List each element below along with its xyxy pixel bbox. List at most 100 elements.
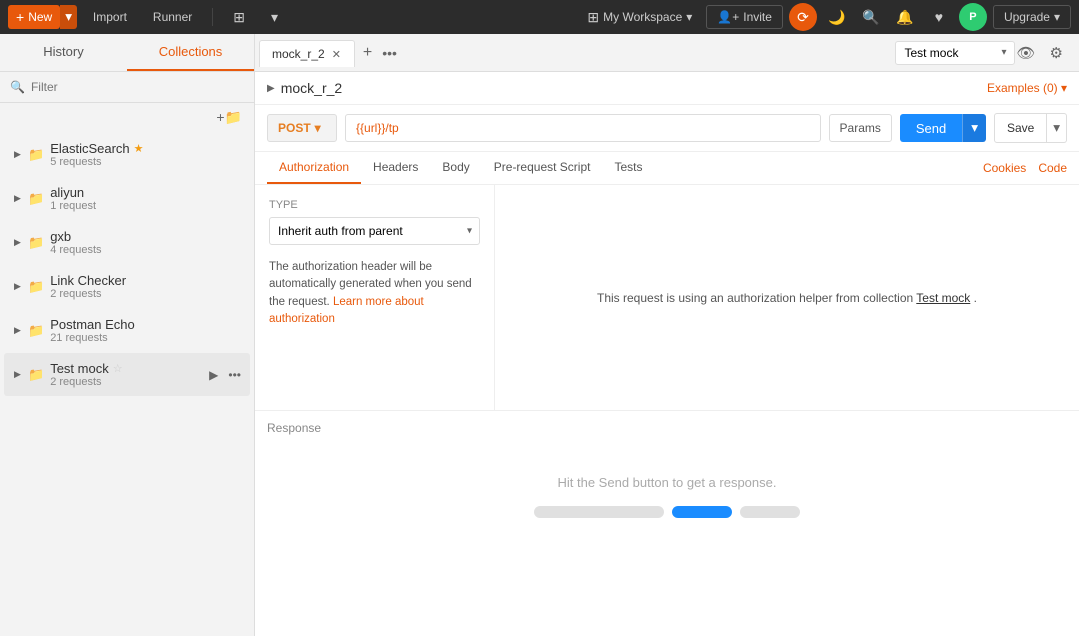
params-button[interactable]: Params [829,114,892,142]
env-select[interactable]: Test mock [895,41,1015,65]
collection-item-test-mock[interactable]: ▶ 📁 Test mock ☆ 2 requests ▶ ••• [4,353,250,396]
tab-history[interactable]: History [0,34,127,71]
code-link[interactable]: Code [1038,161,1067,175]
tab-label: mock_r_2 [272,47,325,61]
user-plus-icon: 👤+ [717,10,739,24]
plus-icon: + [16,9,24,25]
collection-info: Link Checker 2 requests [50,273,240,300]
collection-name: Test mock [50,361,109,376]
workspace-button[interactable]: ⊞ My Workspace ▾ [579,5,700,30]
tab-tests[interactable]: Tests [602,152,654,184]
placeholder-bar-short [740,506,800,518]
heart-icon-button[interactable]: ♥ [925,3,953,31]
upgrade-dropdown-icon: ▾ [1054,10,1060,24]
placeholder-bars [534,506,800,518]
test-mock-collection-link[interactable]: Test mock [916,291,970,305]
collection-name: aliyun [50,185,240,200]
new-button[interactable]: + New [8,5,60,29]
invite-label: Invite [743,10,772,24]
collection-item[interactable]: ▶ 📁 Link Checker 2 requests [4,265,250,308]
nav-right: ⊞ My Workspace ▾ 👤+ Invite ⟳ 🌙 🔍 🔔 ♥ P U… [579,3,1071,31]
collection-count: 1 request [50,200,240,212]
folder-icon: 📁 [28,279,44,295]
invite-button[interactable]: 👤+ Invite [706,5,783,29]
upgrade-button[interactable]: Upgrade ▾ [993,5,1071,29]
send-dropdown-button[interactable]: ▾ [962,114,986,142]
method-select[interactable]: POST ▾ [267,114,337,142]
type-label: TYPE [269,199,480,211]
collection-item[interactable]: ▶ 📁 gxb 4 requests [4,221,250,264]
cookies-link[interactable]: Cookies [983,161,1026,175]
sidebar-tabs: History Collections [0,34,254,72]
chevron-right-icon: ▶ [14,369,24,380]
request-tab[interactable]: mock_r_2 ✕ [259,40,355,67]
auth-right-panel: This request is using an authorization h… [495,185,1079,410]
auth-info-suffix: . [974,291,977,305]
main-content: mock_r_2 ✕ + ••• Test mock ▾ 👁 ⚙ ▶ mock_ [255,34,1079,636]
collection-arrow-right[interactable]: ▶ [206,367,221,383]
response-placeholder-text: Hit the Send button to get a response. [558,475,777,490]
type-select[interactable]: Inherit auth from parent No Auth Bearer … [269,217,480,245]
tab-more-button[interactable]: ••• [378,45,401,61]
sidebar: History Collections 🔍 +📁 ▶ 📁 ElasticSear… [0,34,255,636]
settings-icon-button[interactable]: ⚙ [1046,42,1067,64]
request-tabs: Authorization Headers Body Pre-request S… [255,152,666,184]
upgrade-label: Upgrade [1004,10,1050,24]
response-label: Response [255,411,1079,445]
collection-hover-actions: ▶ ••• [206,367,244,383]
nav-separator [212,8,213,26]
right-links: Cookies Code [983,161,1079,175]
collection-more-button[interactable]: ••• [225,367,244,383]
folder-icon: 📁 [28,323,44,339]
tab-close-button[interactable]: ✕ [331,48,342,61]
collection-item[interactable]: ▶ 📁 Postman Echo 21 requests [4,309,250,352]
collection-item[interactable]: ▶ 📁 aliyun 1 request [4,177,250,220]
collection-count: 2 requests [50,288,240,300]
collection-count: 21 requests [50,332,240,344]
tab-headers[interactable]: Headers [361,152,430,184]
collection-name: Link Checker [50,273,240,288]
collection-info: ElasticSearch ★ 5 requests [50,141,240,168]
more-button[interactable]: ▾ [261,5,288,30]
search-icon-button[interactable]: 🔍 [857,3,885,31]
url-input[interactable] [345,114,821,142]
sync-button[interactable]: ⟳ [789,3,817,31]
import-button[interactable]: Import [83,6,137,28]
tab-collections[interactable]: Collections [127,34,254,71]
method-dropdown-icon: ▾ [315,121,321,135]
new-dropdown-arrow[interactable]: ▾ [60,5,77,29]
tab-pre-request-script[interactable]: Pre-request Script [482,152,603,184]
layout-button[interactable]: ⊞ [223,5,255,30]
avatar[interactable]: P [959,3,987,31]
tab-authorization[interactable]: Authorization [267,152,361,184]
collection-item[interactable]: ▶ 📁 ElasticSearch ★ 5 requests [4,133,250,176]
auth-info-text: This request is using an authorization h… [597,291,977,305]
chevron-right-icon: ▶ [14,193,24,204]
search-input[interactable] [31,80,244,94]
chevron-right-icon: ▶ [14,149,24,160]
request-header: ▶ mock_r_2 Examples (0) ▾ [255,72,1079,105]
auth-note: The authorization header will be automat… [269,259,480,328]
workspace-dropdown-icon: ▾ [686,10,692,24]
auth-info-prefix: This request is using an authorization h… [597,291,913,305]
tab-body[interactable]: Body [430,152,481,184]
request-expand-icon: ▶ [267,83,275,94]
folder-icon: 📁 [28,367,44,383]
save-dropdown-button[interactable]: ▾ [1047,113,1067,143]
bell-icon-button[interactable]: 🔔 [891,3,919,31]
add-tab-button[interactable]: + [357,44,378,62]
request-name: mock_r_2 [281,80,342,96]
moon-icon-button[interactable]: 🌙 [823,3,851,31]
url-bar: POST ▾ Params Send ▾ Save ▾ [255,105,1079,152]
send-button[interactable]: Send [900,114,962,142]
save-button[interactable]: Save [994,113,1047,143]
runner-button[interactable]: Runner [143,6,202,28]
collection-info: aliyun 1 request [50,185,240,212]
folder-icon: 📁 [28,191,44,207]
new-collection-button[interactable]: +📁 [212,107,246,128]
new-label: New [28,10,52,24]
sidebar-search-bar: 🔍 [0,72,254,103]
examples-button[interactable]: Examples (0) ▾ [987,81,1067,95]
eye-icon-button[interactable]: 👁 [1013,42,1040,64]
star-icon: ★ [134,142,144,155]
